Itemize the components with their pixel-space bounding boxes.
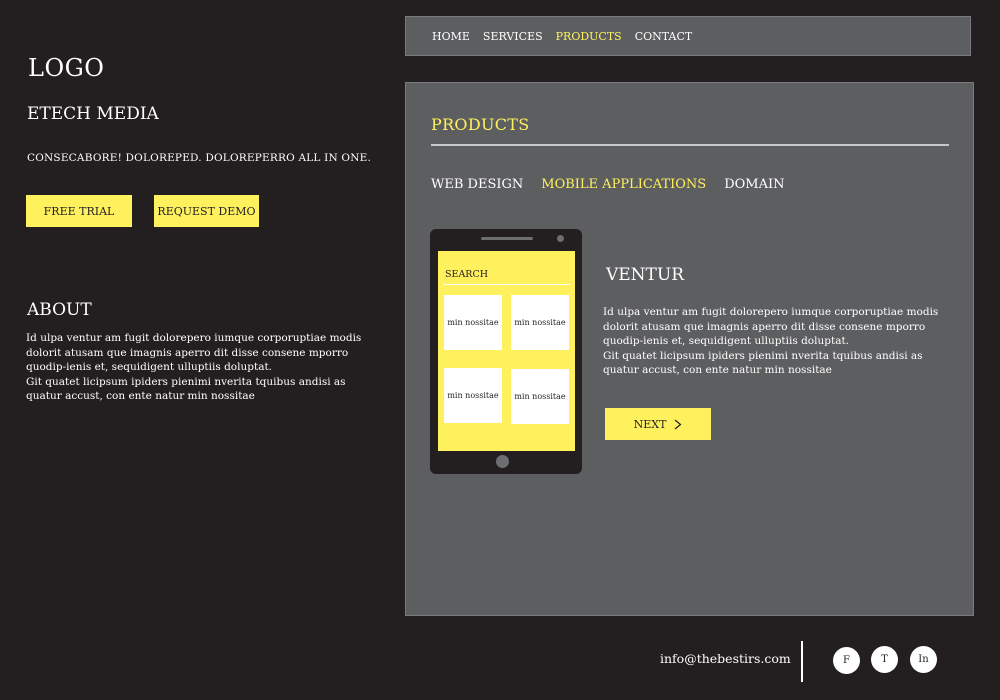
nav-contact[interactable]: CONTACT (635, 30, 693, 43)
products-panel: PRODUCTS WEB DESIGN MOBILE APPLICATIONS … (405, 82, 974, 616)
top-nav: HOME SERVICES PRODUCTS CONTACT (405, 16, 971, 56)
chevron-right-icon (674, 419, 682, 430)
app-card[interactable]: min nossitae (511, 369, 569, 424)
tab-domain[interactable]: DOMAIN (724, 177, 784, 192)
facebook-icon[interactable]: F (833, 647, 860, 674)
app-card[interactable]: min nossitae (511, 295, 569, 350)
next-button[interactable]: NEXT (605, 408, 711, 440)
twitter-icon[interactable]: T (871, 646, 898, 673)
phone-camera (557, 235, 564, 242)
tab-web-design[interactable]: WEB DESIGN (431, 177, 523, 192)
phone-speaker (481, 237, 533, 240)
logo[interactable]: LOGO (28, 54, 104, 82)
phone-screen: SEARCH min nossitae min nossitae min nos… (438, 251, 575, 451)
phone-mockup: SEARCH min nossitae min nossitae min nos… (430, 229, 582, 474)
phone-home-button (496, 455, 509, 468)
free-trial-button[interactable]: FREE TRIAL (26, 195, 132, 227)
screen-search-label[interactable]: SEARCH (445, 269, 488, 280)
linkedin-icon[interactable]: In (910, 646, 937, 673)
about-paragraph: Id ulpa ventur am fugit dolorepero iumqu… (26, 332, 362, 373)
nav-home[interactable]: HOME (432, 30, 470, 43)
next-label: NEXT (633, 417, 667, 431)
venture-paragraph: Id ulpa ventur am fugit dolorepero iumqu… (603, 306, 939, 347)
screen-search-underline (443, 284, 570, 285)
about-text: Id ulpa ventur am fugit dolorepero iumqu… (26, 331, 366, 404)
app-card[interactable]: min nossitae (444, 368, 502, 423)
about-paragraph: Git quatet licipsum ipiders pienimi nver… (26, 375, 346, 403)
app-card[interactable]: min nossitae (444, 295, 502, 350)
about-title: ABOUT (27, 300, 92, 320)
product-tabs: WEB DESIGN MOBILE APPLICATIONS DOMAIN (431, 177, 785, 192)
venture-text: Id ulpa ventur am fugit dolorepero iumqu… (603, 305, 948, 378)
request-demo-button[interactable]: REQUEST DEMO (154, 195, 259, 227)
title-divider (431, 144, 949, 146)
tagline: CONSECABORE! DOLOREPED. DOLOREPERRO ALL … (27, 152, 371, 164)
venture-title: VENTUR (606, 265, 685, 285)
tab-mobile-applications[interactable]: MOBILE APPLICATIONS (541, 177, 706, 192)
nav-services[interactable]: SERVICES (483, 30, 543, 43)
footer-divider (801, 641, 803, 682)
brand-name: ETECH MEDIA (27, 104, 159, 124)
products-title: PRODUCTS (431, 115, 530, 134)
footer-email[interactable]: info@thebestirs.com (660, 651, 791, 666)
nav-products[interactable]: PRODUCTS (556, 30, 622, 43)
venture-paragraph: Git quatet licipsum ipiders pienimi nver… (603, 349, 923, 377)
